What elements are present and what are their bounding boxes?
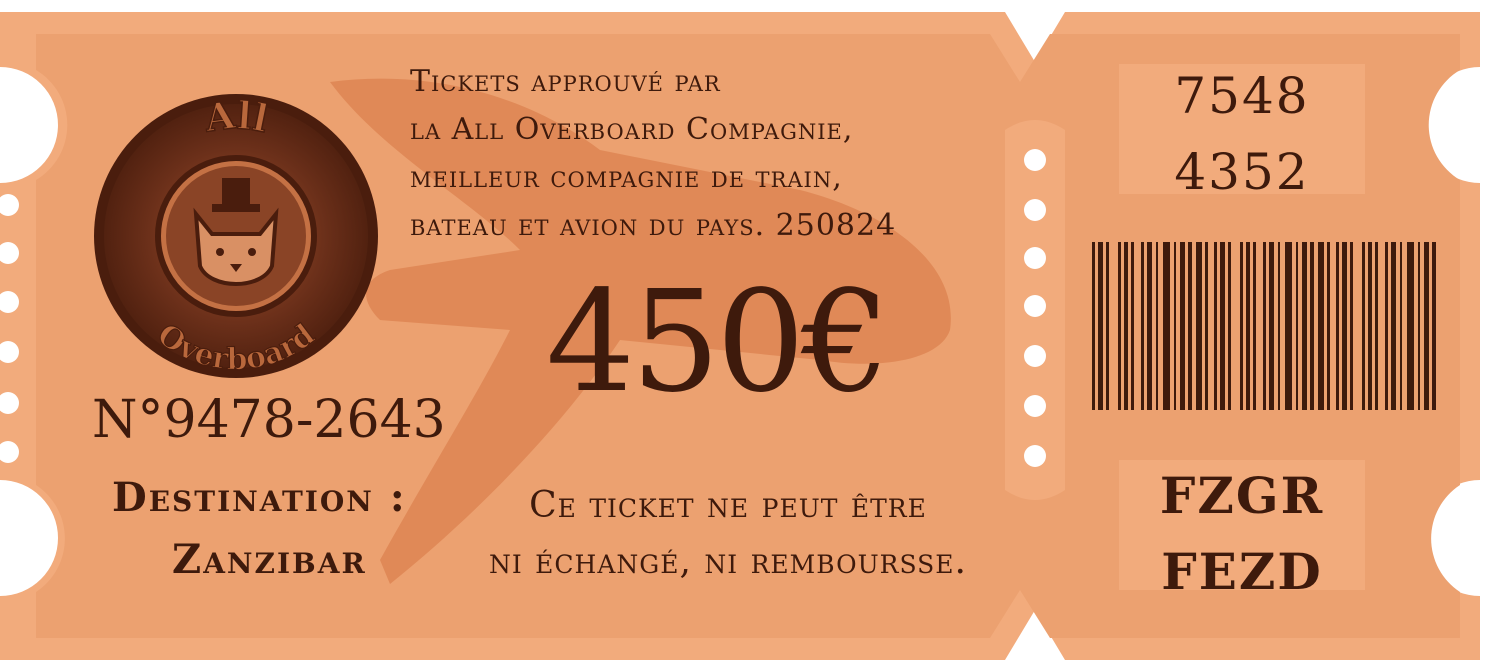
stub-serial-number: 7548 4352 — [1119, 58, 1365, 210]
barcode-bar — [1432, 242, 1436, 410]
barcode-bar — [1375, 242, 1378, 410]
destination-label: Destination : — [112, 474, 407, 521]
barcode-bar — [1098, 242, 1103, 410]
code-line: FEZD — [1161, 542, 1323, 601]
approval-text: Tickets approuvé par la All Overboard Co… — [410, 58, 896, 250]
barcode-bar — [1342, 242, 1347, 410]
barcode-bar — [1214, 242, 1217, 410]
serial-line: 4352 — [1174, 143, 1310, 201]
barcode-bar — [1141, 242, 1144, 410]
barcode-bar — [1131, 242, 1134, 410]
barcode-bar — [1205, 242, 1208, 410]
barcode-bar — [1400, 242, 1402, 410]
barcode-bar — [1407, 242, 1414, 410]
barcode-bar — [1296, 242, 1298, 410]
barcode-bar — [1228, 242, 1231, 410]
barcode-bar — [1318, 242, 1324, 410]
no-refund-notice: Ce ticket ne peut être ni échangé, ni re… — [452, 478, 1004, 590]
ticket-price: 450€ — [546, 261, 890, 424]
barcode-bar — [1180, 242, 1185, 410]
barcode-bar — [1278, 242, 1280, 410]
barcode-bar — [1418, 242, 1420, 410]
approval-line: Tickets approuvé par — [410, 64, 721, 99]
barcode-bar — [1246, 242, 1250, 410]
barcode-bar — [1424, 242, 1429, 410]
barcode-bar — [1220, 242, 1225, 410]
barcode-bar — [1302, 242, 1307, 410]
barcode-bar — [1253, 242, 1256, 410]
barcode-bar — [1147, 242, 1152, 410]
barcode-bar — [1368, 242, 1372, 410]
barcode-bar — [1327, 242, 1330, 410]
barcode-bar — [1106, 242, 1109, 410]
notice-line: ni échangé, ni remboursse. — [488, 541, 967, 582]
barcode-bar — [1385, 242, 1388, 410]
barcode-bar — [1196, 242, 1202, 410]
serial-line: 7548 — [1174, 67, 1310, 125]
approval-line: la All Overboard Compagnie, — [410, 112, 854, 147]
notice-line: Ce ticket ne peut être — [529, 485, 927, 526]
barcode-bar — [1092, 242, 1095, 410]
barcode-bar — [1310, 242, 1314, 410]
barcode-bar — [1118, 242, 1121, 410]
barcode-bar — [1263, 242, 1266, 410]
barcode-bar — [1240, 242, 1243, 410]
code-line: FZGR — [1159, 466, 1325, 525]
barcode-bar — [1285, 242, 1292, 410]
barcode-bar — [1362, 242, 1365, 410]
approval-line: bateau et avion du pays. 250824 — [410, 208, 897, 243]
barcode-bar — [1156, 242, 1158, 410]
stub-perforation — [1005, 120, 1065, 500]
stub-code: FZGR FEZD — [1119, 458, 1365, 610]
destination-value: Zanzibar — [172, 536, 367, 583]
barcode-bar — [1269, 242, 1274, 410]
barcode-bar — [1350, 242, 1353, 410]
ticket-number: N°9478-2643 — [92, 390, 446, 450]
approval-line: meilleur compagnie de train, — [410, 160, 843, 195]
barcode-bar — [1336, 242, 1339, 410]
barcode-bar — [1391, 242, 1396, 410]
barcode-bar — [1163, 242, 1170, 410]
barcode-bar — [1174, 242, 1176, 410]
barcode-bar — [1188, 242, 1192, 410]
barcode-bar — [1124, 242, 1128, 410]
